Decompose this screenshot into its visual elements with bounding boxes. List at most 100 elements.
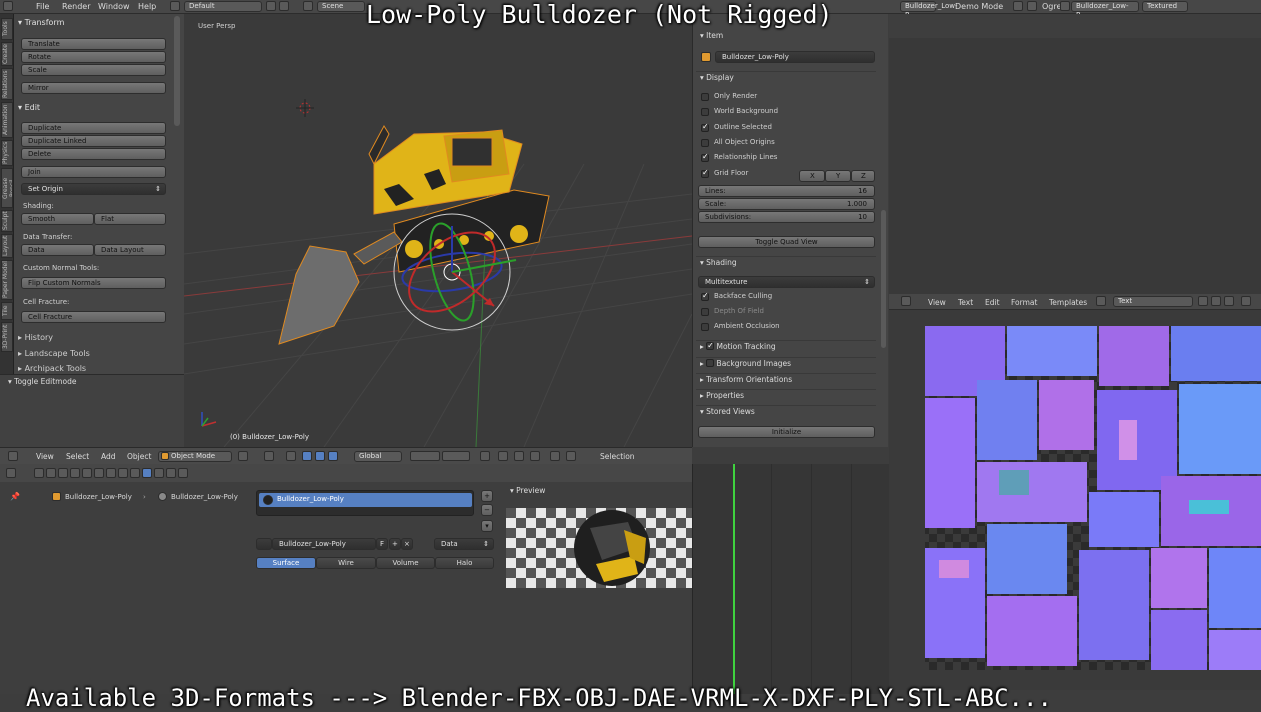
object-name-field[interactable]: Bulldozer_Low-Poly xyxy=(715,51,875,63)
stored-views-header[interactable]: ▾ Stored Views xyxy=(696,405,876,417)
menu-render[interactable]: Render xyxy=(62,2,90,11)
duplicate-button[interactable]: Duplicate xyxy=(21,122,166,134)
shading-mode-dropdown[interactable]: Multitexture ⇕ xyxy=(698,276,875,288)
scale-manipulator-icon[interactable] xyxy=(328,451,338,461)
editor-type-icon[interactable] xyxy=(901,296,911,306)
material-browse-icon[interactable] xyxy=(256,538,272,550)
shading-option-checkbox[interactable] xyxy=(701,308,709,316)
menu-edit[interactable]: Edit xyxy=(985,298,1000,307)
menu-window[interactable]: Window xyxy=(98,2,130,11)
tab-animation[interactable]: Animation xyxy=(1,102,13,138)
motion-tracking-header[interactable]: ▸ Motion Tracking xyxy=(696,340,876,352)
viewport-scene[interactable] xyxy=(184,14,692,447)
fake-user-button[interactable]: F xyxy=(376,538,388,550)
display-option-checkbox[interactable] xyxy=(701,108,709,117)
manipulator-toggle-icon[interactable] xyxy=(286,451,296,461)
save-text-icon[interactable] xyxy=(1224,296,1234,306)
cell-fracture-button[interactable]: Cell Fracture xyxy=(21,311,166,323)
3d-cursor[interactable] xyxy=(296,99,314,117)
line-numbers-icon[interactable] xyxy=(1241,296,1251,306)
modifiers-context-icon[interactable] xyxy=(106,468,116,478)
material-context-icon[interactable] xyxy=(142,468,152,478)
scene-context-icon[interactable] xyxy=(58,468,68,478)
grid-axis-y-toggle[interactable]: Y xyxy=(825,170,851,182)
text-datablock-icon[interactable] xyxy=(1096,296,1106,306)
landscape-panel-header[interactable]: ▸ Landscape Tools xyxy=(18,349,90,358)
display-option-checkbox[interactable] xyxy=(701,152,709,163)
layers-grid-icon[interactable] xyxy=(410,451,440,461)
screen-layout-icon[interactable] xyxy=(170,1,180,11)
data-context-icon[interactable] xyxy=(118,468,128,478)
edit-panel-header[interactable]: ▾ Edit xyxy=(18,103,40,112)
shading-panel-header[interactable]: ▾ Shading xyxy=(696,256,876,268)
new-text-icon[interactable] xyxy=(1198,296,1208,306)
delete-button[interactable]: Delete xyxy=(21,148,166,160)
bone-context-icon[interactable] xyxy=(130,468,140,478)
tab-3d-print[interactable]: 3D-Print xyxy=(1,322,13,352)
snap-icon[interactable] xyxy=(514,451,524,461)
shading-option-checkbox[interactable] xyxy=(701,323,709,331)
open-text-icon[interactable] xyxy=(1211,296,1221,306)
background-images-header[interactable]: ▸ Background Images xyxy=(696,357,876,369)
render-icon[interactable] xyxy=(550,451,560,461)
join-button[interactable]: Join xyxy=(21,166,166,178)
unlink-material-icon[interactable]: × xyxy=(401,538,413,550)
history-panel-header[interactable]: ▸ History xyxy=(18,333,53,342)
checkbox-icon[interactable] xyxy=(1027,1,1037,11)
editor-type-icon[interactable] xyxy=(6,468,16,478)
menu-view[interactable]: View xyxy=(36,452,54,461)
editor-type-icon[interactable] xyxy=(8,451,18,461)
tab-relations[interactable]: Relations xyxy=(1,68,13,100)
npanel-scrollbar[interactable] xyxy=(881,210,886,348)
display-option-checkbox[interactable] xyxy=(701,168,709,178)
menu-format[interactable]: Format xyxy=(1011,298,1037,307)
tab-create[interactable]: Create xyxy=(1,42,13,66)
tab-physics[interactable]: Physics xyxy=(1,140,13,166)
material-slot-list[interactable]: Bulldozer_Low-Poly xyxy=(256,490,474,516)
menu-help[interactable]: Help xyxy=(138,2,156,11)
tab-paper-model[interactable]: Paper Model xyxy=(1,260,13,300)
timeline-editor[interactable] xyxy=(692,464,889,694)
mode-dropdown[interactable]: Object Mode xyxy=(158,451,232,462)
text-datablock-field[interactable]: Text xyxy=(1113,296,1193,307)
normal-map-view[interactable] xyxy=(889,310,1261,690)
rotate-button[interactable]: Rotate xyxy=(21,51,166,63)
tab-tools[interactable]: Tools xyxy=(1,18,13,40)
link-data-dropdown[interactable]: Data ⇕ xyxy=(434,538,494,550)
grid-subdivisions-field[interactable]: Subdivisions: 10 xyxy=(698,211,875,223)
properties-panel-header[interactable]: ▸ Properties xyxy=(696,389,876,401)
transform-panel-header[interactable]: ▾ Transform xyxy=(18,18,64,27)
menu-text[interactable]: Text xyxy=(958,298,973,307)
grid-axis-x-toggle[interactable]: X xyxy=(799,170,825,182)
tab-wire[interactable]: Wire xyxy=(316,557,376,569)
tab-layout[interactable]: Layout xyxy=(1,234,13,258)
display-option-checkbox[interactable] xyxy=(701,138,709,147)
shading-option-checkbox[interactable] xyxy=(701,291,709,301)
texture-context-icon[interactable] xyxy=(154,468,164,478)
layers-grid-icon[interactable] xyxy=(442,451,470,461)
play-icon[interactable] xyxy=(1013,1,1023,11)
set-origin-dropdown[interactable]: Set Origin ⇕ xyxy=(21,183,166,195)
data-button[interactable]: Data xyxy=(21,244,94,256)
initialize-button[interactable]: Initialize xyxy=(698,426,875,438)
tab-volume[interactable]: Volume xyxy=(376,557,435,569)
menu-object[interactable]: Object xyxy=(127,452,151,461)
remove-layout-icon[interactable] xyxy=(279,1,289,11)
menu-templates[interactable]: Templates xyxy=(1049,298,1087,307)
tab-tile[interactable]: Tile xyxy=(1,302,13,320)
snap-target-icon[interactable] xyxy=(530,451,540,461)
current-frame-line[interactable] xyxy=(733,464,735,694)
display-option-checkbox[interactable] xyxy=(701,93,709,101)
mirror-button[interactable]: Mirror xyxy=(21,82,166,94)
bulldozer-model[interactable] xyxy=(278,125,550,345)
layer-lock-icon[interactable] xyxy=(480,451,490,461)
new-material-icon[interactable]: + xyxy=(389,538,401,550)
world-context-icon[interactable] xyxy=(70,468,80,478)
menu-file[interactable]: File xyxy=(36,2,49,11)
add-layout-icon[interactable] xyxy=(266,1,276,11)
pivot-point-icon[interactable] xyxy=(264,451,274,461)
tab-grease-pencil[interactable]: Grease Pencil xyxy=(1,168,13,208)
remove-slot-icon[interactable]: − xyxy=(481,504,493,516)
menu-add[interactable]: Add xyxy=(101,452,116,461)
viewport-shading-field[interactable]: Textured xyxy=(1142,1,1188,12)
